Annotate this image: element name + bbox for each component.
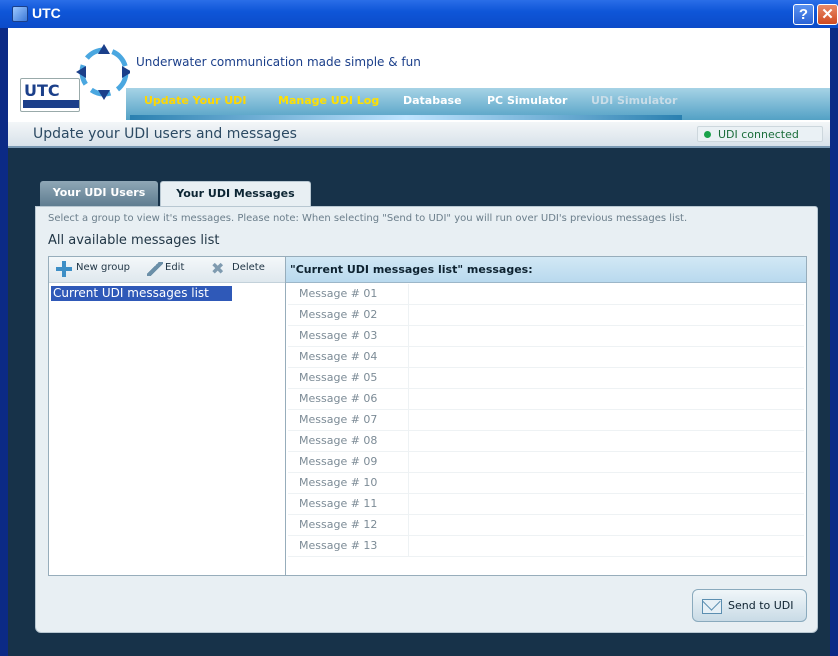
logo-subtitle-bar [23, 100, 79, 108]
group-item-current-udi-messages[interactable]: Current UDI messages list [51, 286, 232, 301]
envelope-icon [702, 599, 722, 614]
table-row[interactable]: Message # 05 [288, 368, 804, 389]
tab-your-udi-users[interactable]: Your UDI Users [40, 181, 158, 207]
connection-status-label: UDI connected [718, 128, 799, 141]
table-row[interactable]: Message # 03 [288, 326, 804, 347]
connection-status: UDI connected [697, 126, 823, 142]
messages-table-header: "Current UDI messages list" messages: [286, 257, 806, 283]
table-row[interactable]: Message # 07 [288, 410, 804, 431]
message-label: Message # 10 [288, 473, 409, 493]
send-to-udi-button[interactable]: Send to UDI [692, 589, 807, 622]
message-label: Message # 06 [288, 389, 409, 409]
delete-button[interactable]: Delete [232, 262, 265, 273]
nav-pc-simulator[interactable]: PC Simulator [487, 94, 567, 107]
messages-table: "Current UDI messages list" messages: Me… [285, 256, 807, 576]
title-bar: UTC ? ✕ [0, 0, 838, 28]
nav-underline [130, 115, 682, 120]
nav-udi-simulator[interactable]: UDI Simulator [591, 94, 677, 107]
message-label: Message # 07 [288, 410, 409, 430]
message-rows: Message # 01 Message # 02 Message # 03 M… [288, 284, 804, 557]
table-row[interactable]: Message # 01 [288, 284, 804, 305]
table-row[interactable]: Message # 11 [288, 494, 804, 515]
nav-update-your-udi[interactable]: Update Your UDI [144, 94, 246, 107]
close-button[interactable]: ✕ [817, 4, 838, 25]
new-group-button[interactable]: New group [76, 262, 130, 273]
pencil-icon [147, 262, 163, 276]
group-list: New group Edit ✖ Delete Current UDI mess… [48, 256, 286, 576]
list-heading: All available messages list [48, 233, 220, 248]
app-icon [12, 6, 28, 22]
message-label: Message # 12 [288, 515, 409, 535]
message-label: Message # 01 [288, 284, 409, 304]
message-label: Message # 08 [288, 431, 409, 451]
nav-manage-udi-log[interactable]: Manage UDI Log [278, 94, 379, 107]
message-label: Message # 09 [288, 452, 409, 472]
table-row[interactable]: Message # 13 [288, 536, 804, 557]
message-label: Message # 13 [288, 536, 409, 556]
table-row[interactable]: Message # 12 [288, 515, 804, 536]
logo-text: UTC [24, 81, 60, 100]
delete-icon: ✖ [211, 259, 225, 278]
table-row[interactable]: Message # 10 [288, 473, 804, 494]
nav-database[interactable]: Database [403, 94, 462, 107]
table-row[interactable]: Message # 08 [288, 431, 804, 452]
window-title: UTC [32, 5, 61, 21]
message-label: Message # 04 [288, 347, 409, 367]
plus-icon [56, 261, 72, 277]
message-label: Message # 02 [288, 305, 409, 325]
message-label: Message # 11 [288, 494, 409, 514]
panel-note: Select a group to view it's messages. Pl… [48, 213, 688, 224]
table-row[interactable]: Message # 02 [288, 305, 804, 326]
message-label: Message # 03 [288, 326, 409, 346]
table-row[interactable]: Message # 06 [288, 389, 804, 410]
group-toolbar: New group Edit ✖ Delete [49, 257, 285, 283]
edit-button[interactable]: Edit [165, 262, 184, 273]
utc-logo: UTC [20, 40, 130, 120]
connected-indicator-icon [704, 131, 711, 138]
app-header: UTC Underwater communication made simple… [8, 28, 830, 122]
status-bar: Update your UDI users and messages UDI c… [8, 122, 830, 148]
table-row[interactable]: Message # 09 [288, 452, 804, 473]
table-row[interactable]: Message # 04 [288, 347, 804, 368]
help-button[interactable]: ? [793, 4, 814, 25]
tab-your-udi-messages[interactable]: Your UDI Messages [160, 181, 311, 207]
message-label: Message # 05 [288, 368, 409, 388]
page-title: Update your UDI users and messages [33, 126, 297, 142]
tagline: Underwater communication made simple & f… [136, 55, 421, 69]
send-to-udi-label: Send to UDI [728, 599, 794, 612]
